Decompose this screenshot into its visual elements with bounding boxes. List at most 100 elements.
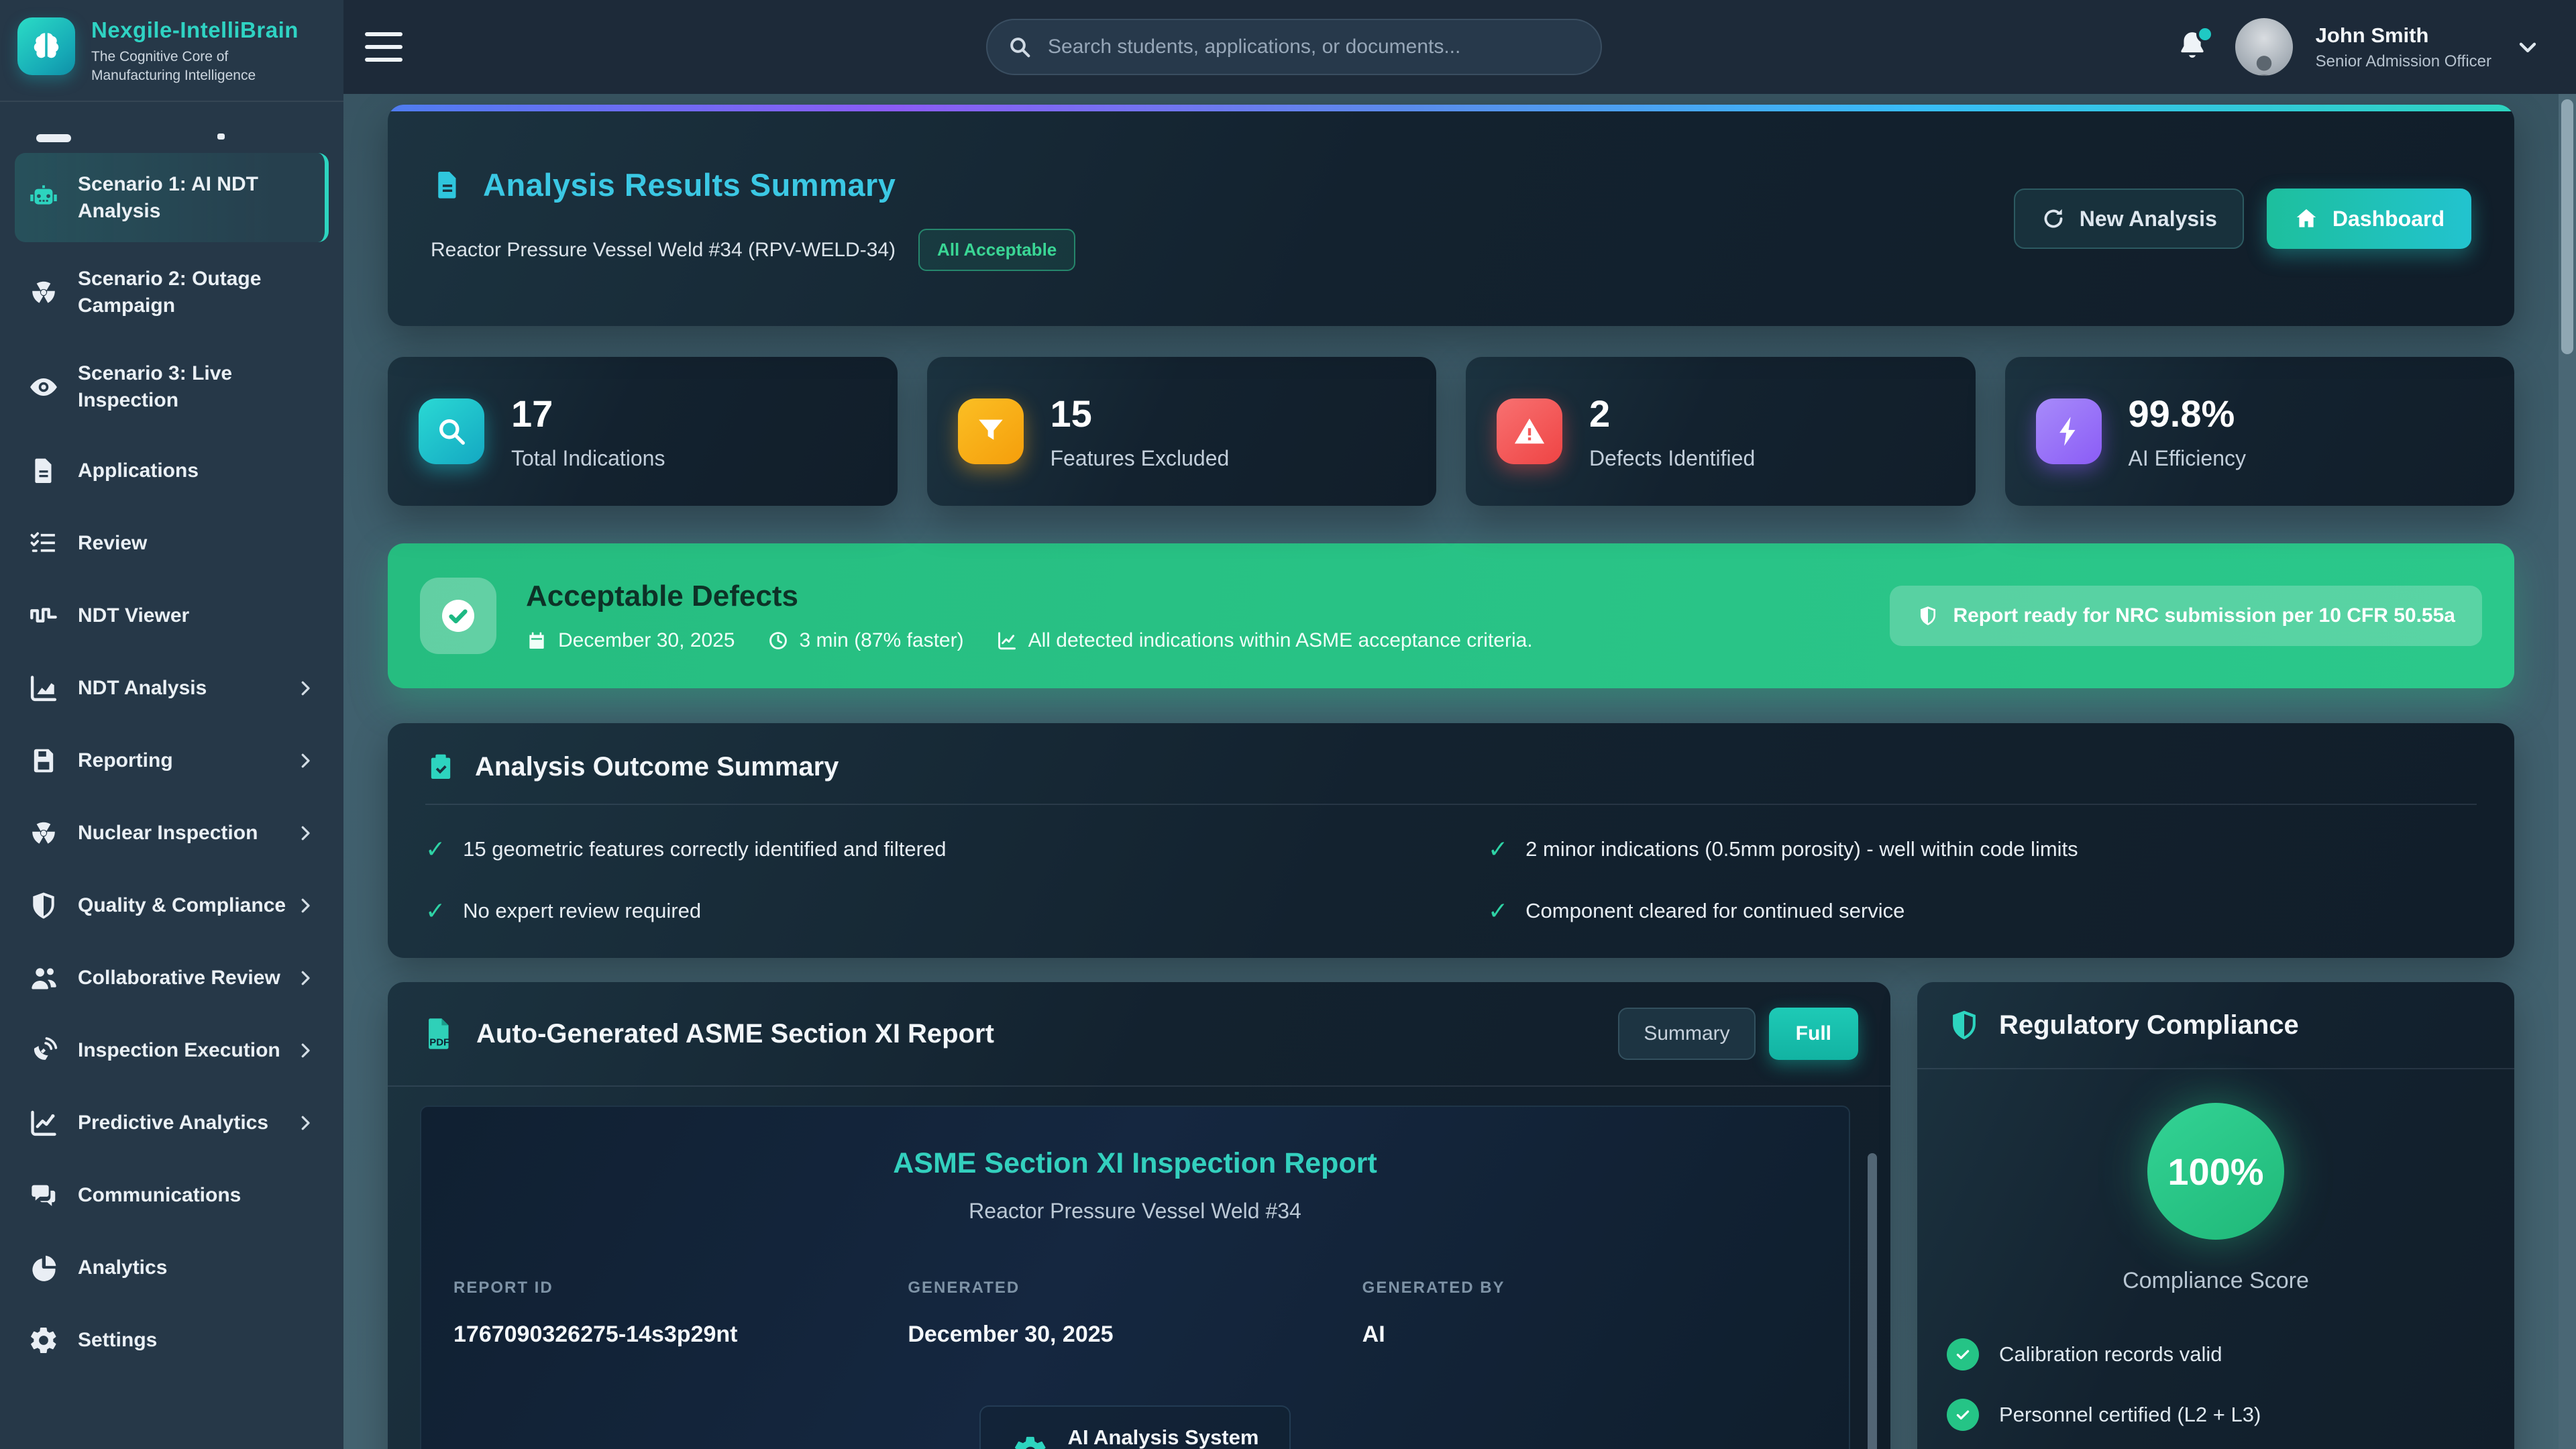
compliance-score-circle: 100% xyxy=(2147,1103,2284,1240)
file-save-icon xyxy=(28,745,59,776)
shield-icon xyxy=(28,890,59,921)
sidebar-item-applications[interactable]: Applications xyxy=(15,437,329,504)
warning-icon xyxy=(1497,398,1562,464)
user-name: John Smith xyxy=(2316,23,2491,48)
stat-defects-identified[interactable]: 2 Defects Identified xyxy=(1466,357,1976,506)
sidebar-item-settings[interactable]: Settings xyxy=(15,1307,329,1374)
stat-label: AI Efficiency xyxy=(2129,446,2246,471)
sidebar-item-label: Analytics xyxy=(78,1254,167,1281)
sidebar-item-nuclear-inspection[interactable]: Nuclear Inspection xyxy=(15,800,329,867)
stat-label: Features Excluded xyxy=(1051,446,1230,471)
page-scrollbar-thumb[interactable] xyxy=(2561,99,2573,354)
brand-tagline: The Cognitive Core of Manufacturing Inte… xyxy=(91,48,279,86)
stat-total-indications[interactable]: 17 Total Indications xyxy=(388,357,898,506)
shield-icon xyxy=(1917,604,1939,627)
sidebar-item-review[interactable]: Review xyxy=(15,510,329,577)
status-badge: All Acceptable xyxy=(918,229,1075,271)
result-banner: Acceptable Defects December 30, 2025 3 m… xyxy=(388,543,2514,688)
ai-system-name: AI Analysis System xyxy=(1068,1426,1259,1449)
chevron-right-icon xyxy=(295,1040,315,1061)
banner-duration: 3 min (87% faster) xyxy=(767,629,964,652)
sidebar-item-scenario-2[interactable]: Scenario 2: Outage Campaign xyxy=(15,248,329,337)
chevron-right-icon xyxy=(295,896,315,916)
regulatory-compliance-card: Regulatory Compliance 100% Compliance Sc… xyxy=(1917,982,2514,1449)
user-silhouette-icon xyxy=(2243,49,2286,76)
chart-line-icon xyxy=(28,1108,59,1138)
chevron-right-icon xyxy=(295,968,315,988)
sidebar-item-label: Predictive Analytics xyxy=(78,1110,268,1136)
sidebar-item-quality-compliance[interactable]: Quality & Compliance xyxy=(15,872,329,939)
ai-gear-icon xyxy=(1012,1434,1049,1449)
sidebar: Nexgile-IntelliBrain The Cognitive Core … xyxy=(0,0,343,1449)
calendar-icon xyxy=(526,630,547,651)
menu-toggle-icon[interactable] xyxy=(365,32,402,62)
report-scrollbar[interactable] xyxy=(1868,1153,1877,1449)
check-circle-icon xyxy=(1947,1399,1979,1431)
radiation-icon xyxy=(28,277,59,308)
robot-icon xyxy=(28,182,59,213)
refresh-icon xyxy=(2041,206,2066,231)
pdf-file-icon: PDF xyxy=(420,1014,459,1053)
chevron-down-icon[interactable] xyxy=(2514,34,2541,60)
clock-icon xyxy=(767,630,789,651)
check-icon: ✓ xyxy=(1488,899,1508,923)
sidebar-item-label: Scenario 2: Outage Campaign xyxy=(78,266,314,319)
sidebar-item-label: NDT Analysis xyxy=(78,675,207,702)
main-content: Analysis Results Summary Reactor Pressur… xyxy=(343,94,2559,1449)
checklist-icon xyxy=(28,528,59,559)
banner-title: Acceptable Defects xyxy=(526,580,1533,613)
sidebar-item-analytics[interactable]: Analytics xyxy=(15,1234,329,1301)
stats-row: 17 Total Indications 15 Features Exclude… xyxy=(388,357,2514,506)
chevron-right-icon xyxy=(295,1113,315,1133)
sidebar-item-ndt-viewer[interactable]: NDT Viewer xyxy=(15,582,329,649)
check-icon: ✓ xyxy=(1488,837,1508,861)
sidebar-item-predictive-analytics[interactable]: Predictive Analytics xyxy=(15,1089,329,1157)
outcome-item: ✓ 15 geometric features correctly identi… xyxy=(425,837,1414,861)
new-analysis-button[interactable]: New Analysis xyxy=(2014,189,2244,249)
sidebar-item-inspection-execution[interactable]: Inspection Execution xyxy=(15,1017,329,1084)
users-icon xyxy=(28,963,59,994)
sidebar-item-label: Reporting xyxy=(78,747,173,774)
dashboard-button[interactable]: Dashboard xyxy=(2267,189,2471,249)
outcome-summary-card: Analysis Outcome Summary ✓ 15 geometric … xyxy=(388,723,2514,958)
stat-label: Defects Identified xyxy=(1589,446,1755,471)
tab-summary[interactable]: Summary xyxy=(1618,1008,1755,1060)
sidebar-item-label: Inspection Execution xyxy=(78,1037,280,1064)
chat-bubbles-icon xyxy=(28,1180,59,1211)
compliance-score: 100% xyxy=(2167,1150,2263,1193)
user-info[interactable]: John Smith Senior Admission Officer xyxy=(2316,23,2491,71)
tab-full[interactable]: Full xyxy=(1769,1008,1858,1060)
sidebar-item-label: Scenario 1: AI NDT Analysis xyxy=(78,171,311,224)
stat-value: 99.8% xyxy=(2129,392,2246,435)
sidebar-item-ndt-analysis[interactable]: NDT Analysis xyxy=(15,655,329,722)
home-icon xyxy=(2294,206,2319,231)
sidebar-item-label: Review xyxy=(78,530,147,557)
sidebar-item-clipped[interactable] xyxy=(15,118,329,145)
stat-ai-efficiency[interactable]: 99.8% AI Efficiency xyxy=(2005,357,2515,506)
sidebar-nav: Scenario 1: AI NDT Analysis Scenario 2: … xyxy=(0,106,343,1449)
chart-line-icon xyxy=(996,630,1018,651)
sidebar-item-communications[interactable]: Communications xyxy=(15,1162,329,1229)
page-scrollbar[interactable] xyxy=(2559,94,2576,1449)
stat-features-excluded[interactable]: 15 Features Excluded xyxy=(927,357,1437,506)
stat-value: 2 xyxy=(1589,392,1755,435)
eye-icon xyxy=(28,372,59,402)
avatar[interactable] xyxy=(2235,18,2293,76)
sidebar-item-collaborative-review[interactable]: Collaborative Review xyxy=(15,945,329,1012)
global-search xyxy=(986,19,1602,75)
notifications-button[interactable] xyxy=(2175,28,2212,66)
waveform-icon xyxy=(28,600,59,631)
document-subtitle: Reactor Pressure Vessel Weld #34 xyxy=(453,1199,1817,1224)
sidebar-item-label: Communications xyxy=(78,1182,241,1209)
component-subtitle: Reactor Pressure Vessel Weld #34 (RPV-WE… xyxy=(431,239,896,262)
search-input[interactable] xyxy=(986,19,1602,75)
compliance-item: Calibration records valid xyxy=(1947,1338,2485,1371)
report-field: GENERATED December 30, 2025 xyxy=(908,1279,1362,1348)
sidebar-item-reporting[interactable]: Reporting xyxy=(15,727,329,794)
compliance-item: Personnel certified (L2 + L3) xyxy=(1947,1399,2485,1431)
chevron-right-icon xyxy=(295,678,315,698)
search-icon xyxy=(1006,34,1033,60)
filter-icon xyxy=(958,398,1024,464)
sidebar-item-scenario-1[interactable]: Scenario 1: AI NDT Analysis xyxy=(15,153,329,242)
sidebar-item-scenario-3[interactable]: Scenario 3: Live Inspection xyxy=(15,342,329,431)
